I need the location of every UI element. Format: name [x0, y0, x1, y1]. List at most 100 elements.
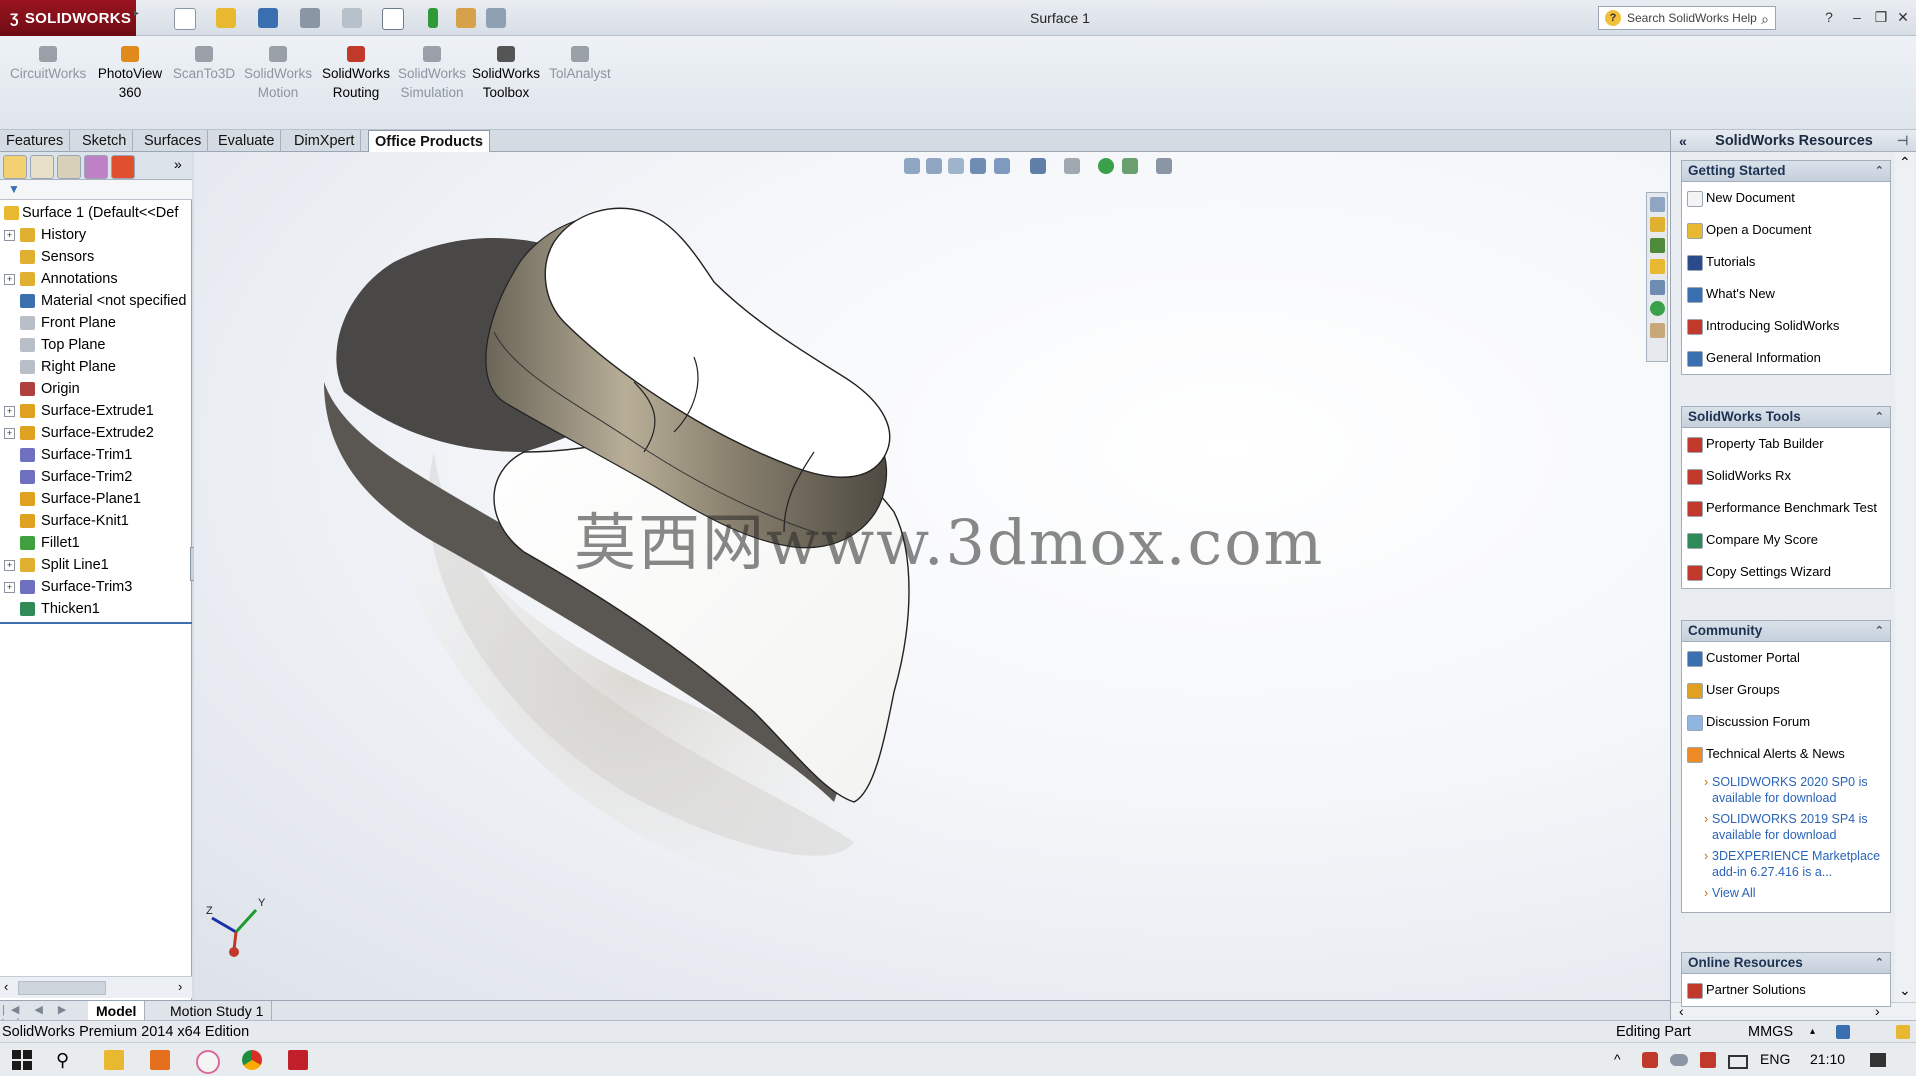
scroll-up-icon[interactable]: ⌃: [1899, 154, 1911, 171]
help-search-input[interactable]: ? Search SolidWorks Help ⌕: [1598, 6, 1776, 30]
collapse-section-icon[interactable]: ⌃: [1875, 621, 1884, 641]
section-header[interactable]: SolidWorks Tools ⌃: [1682, 407, 1890, 428]
tab-nav-arrows[interactable]: |◀ ◀ ▶ ▶|: [2, 1003, 82, 1029]
link-property-tab-builder[interactable]: Property Tab Builder: [1682, 428, 1890, 460]
link-open-a-document[interactable]: Open a Document: [1682, 214, 1890, 246]
expand-toggle-icon[interactable]: +: [4, 560, 15, 571]
link-tutorials[interactable]: Tutorials: [1682, 246, 1890, 278]
resources-icon[interactable]: [1650, 197, 1665, 212]
link-partner-solutions[interactable]: Partner Solutions: [1682, 974, 1890, 1006]
ribbon-button-motion[interactable]: SolidWorks Motion: [240, 46, 316, 102]
link-solidworks-rx[interactable]: SolidWorks Rx: [1682, 460, 1890, 492]
tray-battery-icon[interactable]: [1728, 1055, 1748, 1069]
powerpoint-taskbar-icon[interactable]: [150, 1050, 170, 1070]
file-explorer-taskbar-icon[interactable]: [104, 1050, 124, 1070]
help-menu-icon[interactable]: ?: [1818, 6, 1840, 28]
collapse-section-icon[interactable]: ⌃: [1875, 407, 1884, 427]
search-icon[interactable]: ⚲: [56, 1050, 76, 1070]
restore-button[interactable]: ❐: [1870, 6, 1892, 28]
ribbon-button-tolanalyst[interactable]: TolAnalyst: [542, 46, 618, 83]
appearances-icon[interactable]: [1650, 301, 1665, 316]
status-help-icon[interactable]: [1836, 1025, 1850, 1039]
tab-office-products[interactable]: Office Products: [368, 130, 490, 154]
link-user-groups[interactable]: User Groups: [1682, 674, 1890, 706]
news-item[interactable]: SOLIDWORKS 2019 SP4 is available for dow…: [1682, 811, 1886, 843]
itunes-taskbar-icon[interactable]: [196, 1050, 220, 1074]
expand-toggle-icon[interactable]: +: [4, 230, 15, 241]
design-library-icon[interactable]: [1650, 238, 1665, 253]
link-customer-portal[interactable]: Customer Portal: [1682, 642, 1890, 674]
windows-start-icon[interactable]: [12, 1050, 32, 1070]
tray-app-icon[interactable]: [1700, 1052, 1716, 1068]
options-icon[interactable]: [486, 8, 506, 28]
view-all-link[interactable]: View All: [1682, 885, 1886, 901]
configuration-manager-tab-icon[interactable]: [57, 155, 81, 179]
tab-features[interactable]: Features: [0, 130, 71, 152]
rebuild-status-icon[interactable]: [1896, 1025, 1910, 1039]
tab-motion-study-1[interactable]: Motion Study 1: [162, 1001, 273, 1021]
scroll-down-icon[interactable]: ⌄: [1899, 982, 1911, 999]
link-new-document[interactable]: New Document: [1682, 182, 1890, 214]
solidworks-logo[interactable]: Ʒ SOLIDWORKS: [0, 0, 136, 36]
new-file-icon[interactable]: [174, 8, 196, 30]
section-header[interactable]: Getting Started ⌃: [1682, 161, 1890, 182]
section-header[interactable]: Community ⌃: [1682, 621, 1890, 642]
tray-security-icon[interactable]: [1642, 1052, 1658, 1068]
scrollbar-thumb[interactable]: [18, 981, 106, 995]
open-file-icon[interactable]: [216, 8, 236, 28]
feature-tree-tab-icon[interactable]: [3, 155, 27, 179]
pin-icon[interactable]: ⊣: [1897, 130, 1908, 152]
file-explorer-icon[interactable]: [1650, 259, 1665, 274]
search-icon[interactable]: ⌕: [1761, 8, 1769, 30]
minimize-button[interactable]: –: [1846, 6, 1868, 28]
feature-tree-horizontal-scrollbar[interactable]: ‹ ›: [0, 976, 192, 998]
solidworks-taskbar-icon[interactable]: [288, 1050, 308, 1070]
tab-dimxpert[interactable]: DimXpert: [288, 130, 362, 152]
tab-surfaces[interactable]: Surfaces: [138, 130, 209, 152]
link-discussion-forum[interactable]: Discussion Forum: [1682, 706, 1890, 738]
expand-toggle-icon[interactable]: +: [4, 406, 15, 417]
link-technical-alerts-news[interactable]: Technical Alerts & News: [1682, 738, 1890, 770]
property-manager-tab-icon[interactable]: [30, 155, 54, 179]
undo-icon[interactable]: [342, 8, 362, 28]
tab-sketch[interactable]: Sketch: [76, 130, 134, 152]
display-manager-tab-icon[interactable]: [111, 155, 135, 179]
section-header[interactable]: Online Resources ⌃: [1682, 953, 1890, 974]
task-pane-vertical-scrollbar[interactable]: ⌃ ⌄: [1895, 152, 1915, 1004]
select-icon[interactable]: [382, 8, 404, 30]
collapse-pane-icon[interactable]: «: [1679, 130, 1687, 152]
news-item[interactable]: 3DEXPERIENCE Marketplace add-in 6.27.416…: [1682, 848, 1886, 880]
save-icon[interactable]: [258, 8, 278, 28]
link-performance-benchmark-test[interactable]: Performance Benchmark Test: [1682, 492, 1890, 524]
print-icon[interactable]: [300, 8, 320, 28]
link-introducing-solidworks[interactable]: Introducing SolidWorks: [1682, 310, 1890, 342]
units-selector[interactable]: MMGS: [1748, 1021, 1793, 1043]
link-what-s-new[interactable]: What's New: [1682, 278, 1890, 310]
notifications-icon[interactable]: [1870, 1053, 1886, 1067]
dimxpert-manager-tab-icon[interactable]: [84, 155, 108, 179]
tray-language[interactable]: ENG: [1760, 1051, 1790, 1067]
link-general-information[interactable]: General Information: [1682, 342, 1890, 374]
tray-onedrive-icon[interactable]: [1670, 1054, 1688, 1066]
ribbon-button-simulation[interactable]: SolidWorks Simulation: [394, 46, 470, 102]
more-tabs-chevron-icon[interactable]: »: [174, 156, 182, 172]
scroll-left-icon[interactable]: ‹: [4, 979, 8, 994]
units-dropdown-icon[interactable]: ▴: [1810, 1021, 1815, 1043]
home-icon[interactable]: [1650, 217, 1665, 232]
chrome-taskbar-icon[interactable]: [242, 1050, 262, 1070]
close-button[interactable]: ✕: [1892, 6, 1914, 28]
expand-toggle-icon[interactable]: +: [4, 274, 15, 285]
expand-toggle-icon[interactable]: +: [4, 582, 15, 593]
rebuild-icon[interactable]: [428, 8, 438, 28]
view-palette-icon[interactable]: [1650, 280, 1665, 295]
ribbon-button-circuitworks[interactable]: CircuitWorks: [10, 46, 86, 83]
collapse-section-icon[interactable]: ⌃: [1875, 161, 1884, 181]
tray-chevron-icon[interactable]: ^: [1614, 1051, 1621, 1067]
scroll-right-icon[interactable]: ›: [178, 979, 182, 994]
ribbon-button-toolbox[interactable]: SolidWorks Toolbox: [468, 46, 544, 102]
news-item[interactable]: SOLIDWORKS 2020 SP0 is available for dow…: [1682, 774, 1886, 806]
expand-toggle-icon[interactable]: +: [4, 428, 15, 439]
ribbon-button-scanto3d[interactable]: ScanTo3D: [166, 46, 242, 83]
ribbon-button-routing[interactable]: SolidWorks Routing: [318, 46, 394, 102]
file-properties-icon[interactable]: [456, 8, 476, 28]
